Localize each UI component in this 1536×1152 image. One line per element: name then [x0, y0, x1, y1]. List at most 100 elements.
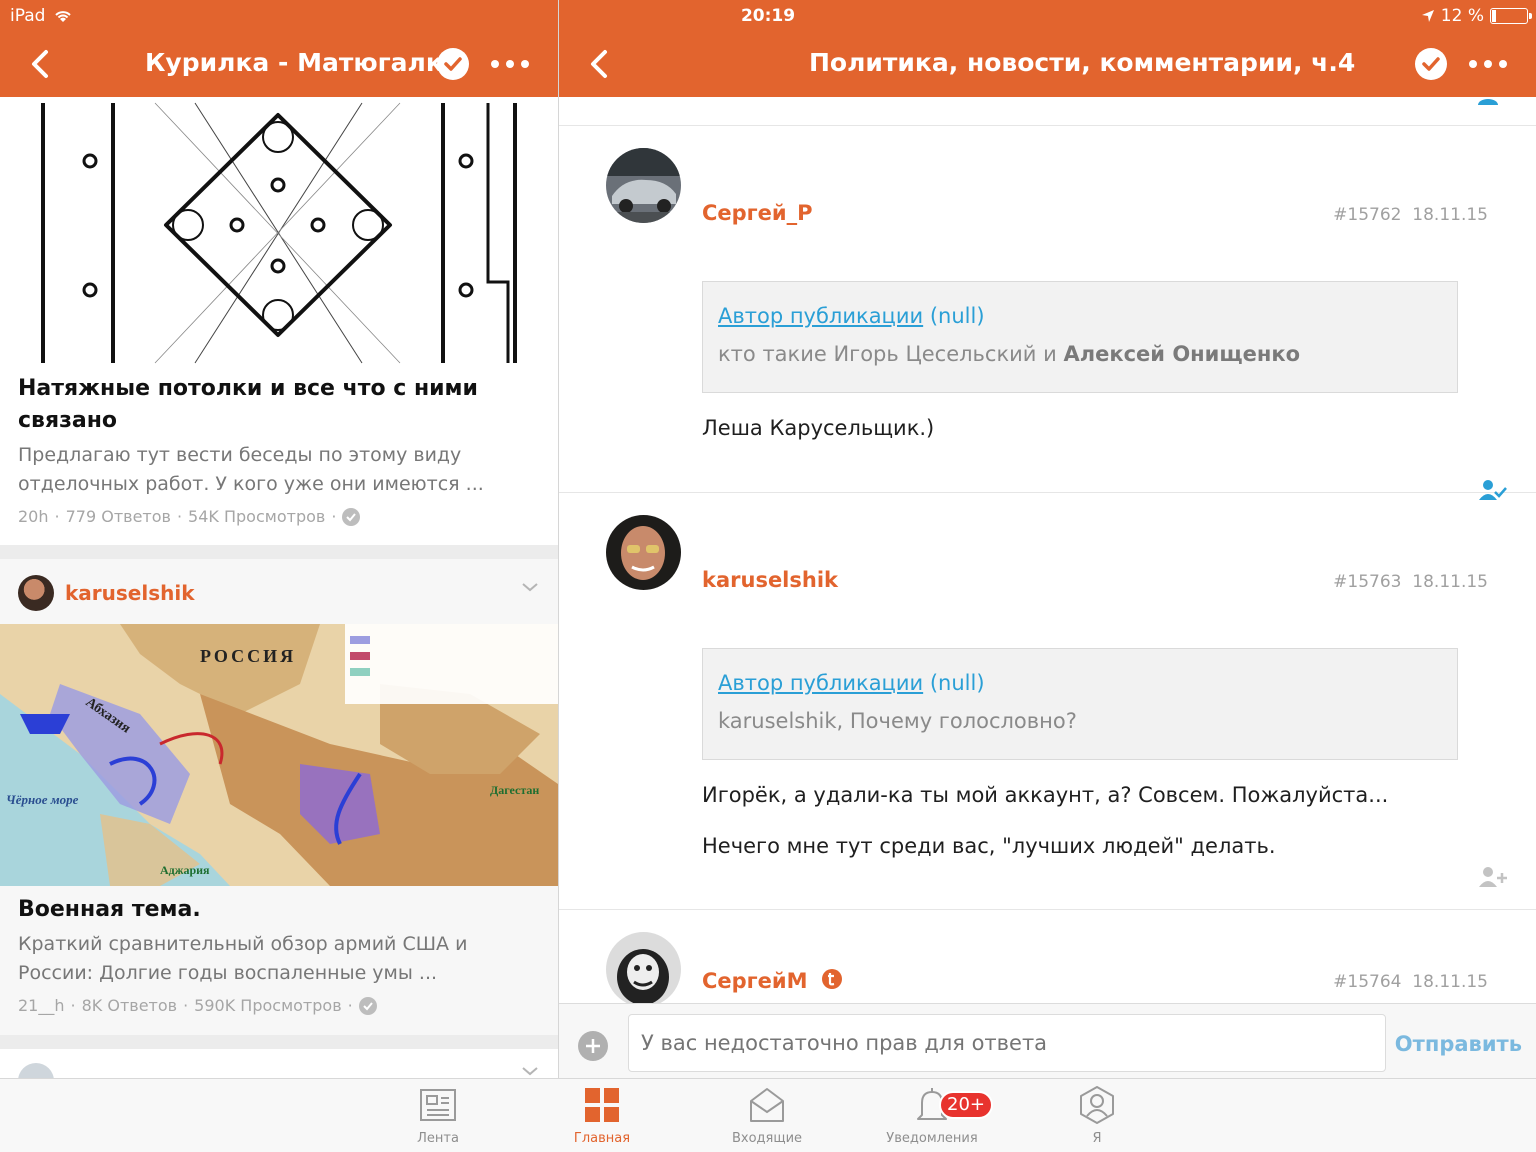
ceiling-drawing-image [0, 97, 558, 365]
location-icon [1421, 10, 1434, 22]
quote-text: кто такие Игорь Цесельский и [718, 342, 1057, 366]
avatar[interactable] [18, 575, 54, 611]
notifications-badge: 20+ [939, 1091, 993, 1119]
card-separator [0, 545, 558, 559]
previous-post-tail [559, 97, 1536, 126]
tab-notifications[interactable]: 20+ Уведомления [867, 1085, 997, 1146]
comment-author[interactable]: СергейМ [702, 968, 843, 993]
profile-icon [1080, 1086, 1114, 1124]
card-title[interactable]: Натяжные потолки и все что с ними связан… [0, 365, 558, 437]
quote-text-bold: Алексей Онищенко [1063, 342, 1301, 366]
battery-percent: 12 % [1440, 6, 1484, 26]
top-bar: iPad 20:19 12 % Курилка - Матюгалка Поли… [0, 0, 1536, 97]
card-author[interactable]: karuselshik [65, 581, 195, 605]
comment-post: karuselshik #15763 18.11.15 Автор публик… [559, 493, 1536, 910]
quote-author-null: (null) [929, 304, 985, 328]
tab-profile[interactable]: Я [1032, 1085, 1162, 1146]
feed-card[interactable]: Натяжные потолки и все что с ними связан… [0, 97, 558, 545]
comment-meta: #15763 18.11.15 [1333, 572, 1488, 592]
card-meta: 20h · 779 Ответов · 54K Просмотров · [0, 499, 558, 526]
comment-body: Игорёк, а удали-ка ты мой аккаунт, а? Со… [702, 783, 1389, 807]
comment-meta: #15764 18.11.15 [1333, 972, 1488, 992]
reply-bar: Отправить [559, 1003, 1536, 1078]
send-button[interactable]: Отправить [1395, 1032, 1522, 1056]
status-bar: iPad 20:19 12 % [0, 0, 1536, 32]
quote-author-null: (null) [929, 671, 985, 695]
comment-post: СергейМ #15764 18.11.15 [559, 910, 1536, 1003]
comment-post: Сергей_Р #15762 18.11.15 Автор публикаци… [559, 126, 1536, 500]
check-icon[interactable] [1415, 48, 1447, 80]
post-date: 18.11.15 [1412, 972, 1488, 992]
comment-author-name[interactable]: СергейМ [702, 969, 808, 993]
post-date: 18.11.15 [1412, 572, 1488, 592]
map-label-dagestan: Дагестан [490, 783, 539, 797]
add-user-icon[interactable] [1478, 865, 1508, 889]
left-title: Курилка - Матюгалка [145, 48, 460, 77]
post-number: #15763 [1333, 572, 1402, 592]
quote-author-link[interactable]: Автор публикации [718, 671, 923, 695]
avatar[interactable] [18, 1063, 54, 1078]
quote-block: Автор публикации (null) кто такие Игорь … [702, 281, 1458, 393]
back-icon[interactable] [24, 46, 60, 82]
meta-answers: 779 Ответов [65, 507, 171, 526]
card-title[interactable]: Военная тема. [0, 886, 558, 926]
post-number: #15762 [1333, 205, 1402, 225]
tab-label: Я [1092, 1131, 1102, 1146]
chevron-down-icon[interactable] [520, 1061, 540, 1078]
comment-author[interactable]: karuselshik [702, 568, 838, 592]
map-label-russia: РОССИЯ [200, 646, 296, 666]
map-label-adjara: Аджария [160, 863, 210, 877]
home-grid-icon [585, 1088, 619, 1122]
tab-label: Входящие [731, 1131, 803, 1146]
card-excerpt: Краткий сравнительный обзор армий США и … [18, 933, 468, 984]
card-separator [0, 1035, 558, 1049]
verified-icon [358, 996, 377, 1015]
feed-icon [420, 1089, 456, 1121]
attach-plus-icon[interactable] [578, 1031, 608, 1061]
tab-label: Лента [417, 1131, 459, 1146]
status-time: 20:19 [740, 6, 796, 26]
author-badge-icon [821, 969, 842, 989]
quote-text: karuselshik, Почему голословно? [718, 709, 1077, 733]
tab-label: Главная [573, 1131, 631, 1146]
meta-answers: 8K Ответов [81, 996, 178, 1015]
comment-author[interactable]: Сергей_Р [702, 201, 813, 225]
inbox-icon [750, 1088, 784, 1122]
tab-label: Уведомления [886, 1131, 978, 1146]
map-label-black-sea: Чёрное море [6, 792, 79, 807]
card-meta: 21__h · 8K Ответов · 590K Просмотров · [0, 988, 558, 1015]
comment-body: Нечего мне тут среди вас, "лучших людей"… [702, 834, 1276, 858]
verified-icon [342, 507, 361, 526]
battery-icon [1490, 8, 1532, 24]
left-navbar: Курилка - Матюгалка [0, 32, 558, 96]
tab-bar: Лента Главная Входящие 20+ Уведомления Я [0, 1078, 1536, 1152]
avatar[interactable] [606, 932, 681, 1003]
right-title: Политика, новости, комментарии, ч.4 [809, 48, 1356, 77]
quote-block: Автор публикации (null) karuselshik, Поч… [702, 648, 1458, 760]
meta-views: 590K Просмотров [194, 996, 342, 1015]
more-icon[interactable] [491, 60, 529, 68]
quote-author-link[interactable]: Автор публикации [718, 304, 923, 328]
follow-user-icon[interactable] [1476, 97, 1500, 105]
avatar[interactable] [606, 148, 681, 223]
reply-input[interactable] [628, 1014, 1386, 1072]
war-map-image: РОССИЯ Абхазия Чёрное море Дагестан Аджа… [0, 624, 558, 886]
tab-inbox[interactable]: Входящие [702, 1085, 832, 1146]
card-author-row: karuselshik [0, 559, 558, 624]
feed-card[interactable] [0, 1049, 558, 1078]
comment-meta: #15762 18.11.15 [1333, 205, 1488, 225]
check-icon[interactable] [437, 48, 469, 80]
right-navbar: Политика, новости, комментарии, ч.4 [559, 32, 1536, 96]
comment-thread[interactable]: Сергей_Р #15762 18.11.15 Автор публикаци… [559, 97, 1536, 1003]
topic-feed[interactable]: Натяжные потолки и все что с ними связан… [0, 97, 558, 1078]
more-icon[interactable] [1469, 60, 1507, 68]
back-icon[interactable] [583, 46, 619, 82]
meta-time: 21__h [18, 996, 65, 1015]
tab-feed[interactable]: Лента [373, 1085, 503, 1146]
card-excerpt: Предлагаю тут вести беседы по этому виду… [18, 444, 484, 495]
avatar[interactable] [606, 515, 681, 590]
chevron-down-icon[interactable] [520, 577, 540, 597]
post-number: #15764 [1333, 972, 1402, 992]
tab-home[interactable]: Главная [537, 1085, 667, 1146]
feed-card[interactable]: karuselshik РОССИЯ Абхазия Чёрное море Д… [0, 559, 558, 1035]
